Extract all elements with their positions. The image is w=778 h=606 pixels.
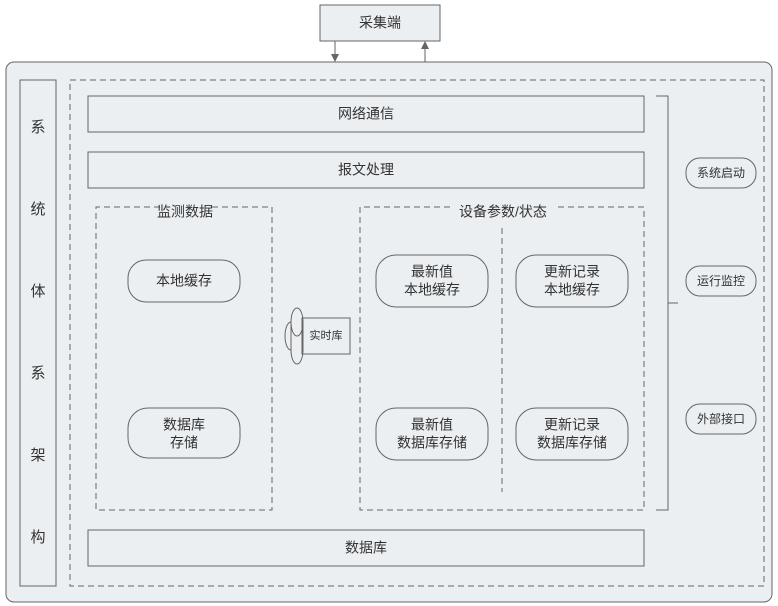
left-char-0: 系	[30, 119, 45, 136]
monitor-local-cache-label: 本地缓存	[156, 273, 212, 289]
device-latest-db-l1: 最新值	[411, 417, 453, 433]
arrow-up-head	[421, 41, 429, 49]
external-interface-label: 外部接口	[697, 411, 745, 426]
database-label: 数据库	[345, 540, 387, 556]
system-startup-label: 系统启动	[697, 166, 745, 180]
monitor-db-storage-l2: 存储	[170, 435, 198, 451]
message-label: 报文处理	[338, 162, 394, 178]
device-update-cache-l1: 更新记录	[544, 264, 600, 280]
left-char-2: 体	[30, 283, 45, 300]
device-update-cache-l2: 本地缓存	[544, 282, 600, 298]
device-group-label: 设备参数/状态	[459, 204, 547, 220]
device-update-db-l2: 数据库存储	[537, 435, 607, 451]
device-update-db-l1: 更新记录	[544, 417, 600, 433]
left-char-3: 系	[30, 365, 45, 382]
left-label-box	[20, 80, 56, 586]
outer-container	[6, 62, 772, 602]
device-latest-cache-l2: 本地缓存	[404, 282, 460, 298]
runtime-monitor-label: 运行监控	[697, 274, 745, 288]
monitor-group-label: 监测数据	[157, 204, 213, 220]
cylinder-label: 实时库	[310, 328, 343, 342]
collector-label: 采集端	[359, 15, 401, 31]
network-label: 网络通信	[338, 106, 394, 122]
left-char-5: 构	[30, 529, 45, 546]
device-latest-cache-l1: 最新值	[411, 264, 453, 280]
left-char-1: 统	[30, 201, 45, 218]
left-char-4: 架	[30, 447, 45, 464]
architecture-diagram: 采集端 系 统 体 系 架 构 网络通信 报文处理 监测数据 本地缓存 数据库 …	[0, 0, 778, 606]
monitor-db-storage-l1: 数据库	[163, 417, 205, 433]
device-latest-db-l2: 数据库存储	[397, 435, 467, 451]
arrow-down-head	[331, 54, 339, 62]
